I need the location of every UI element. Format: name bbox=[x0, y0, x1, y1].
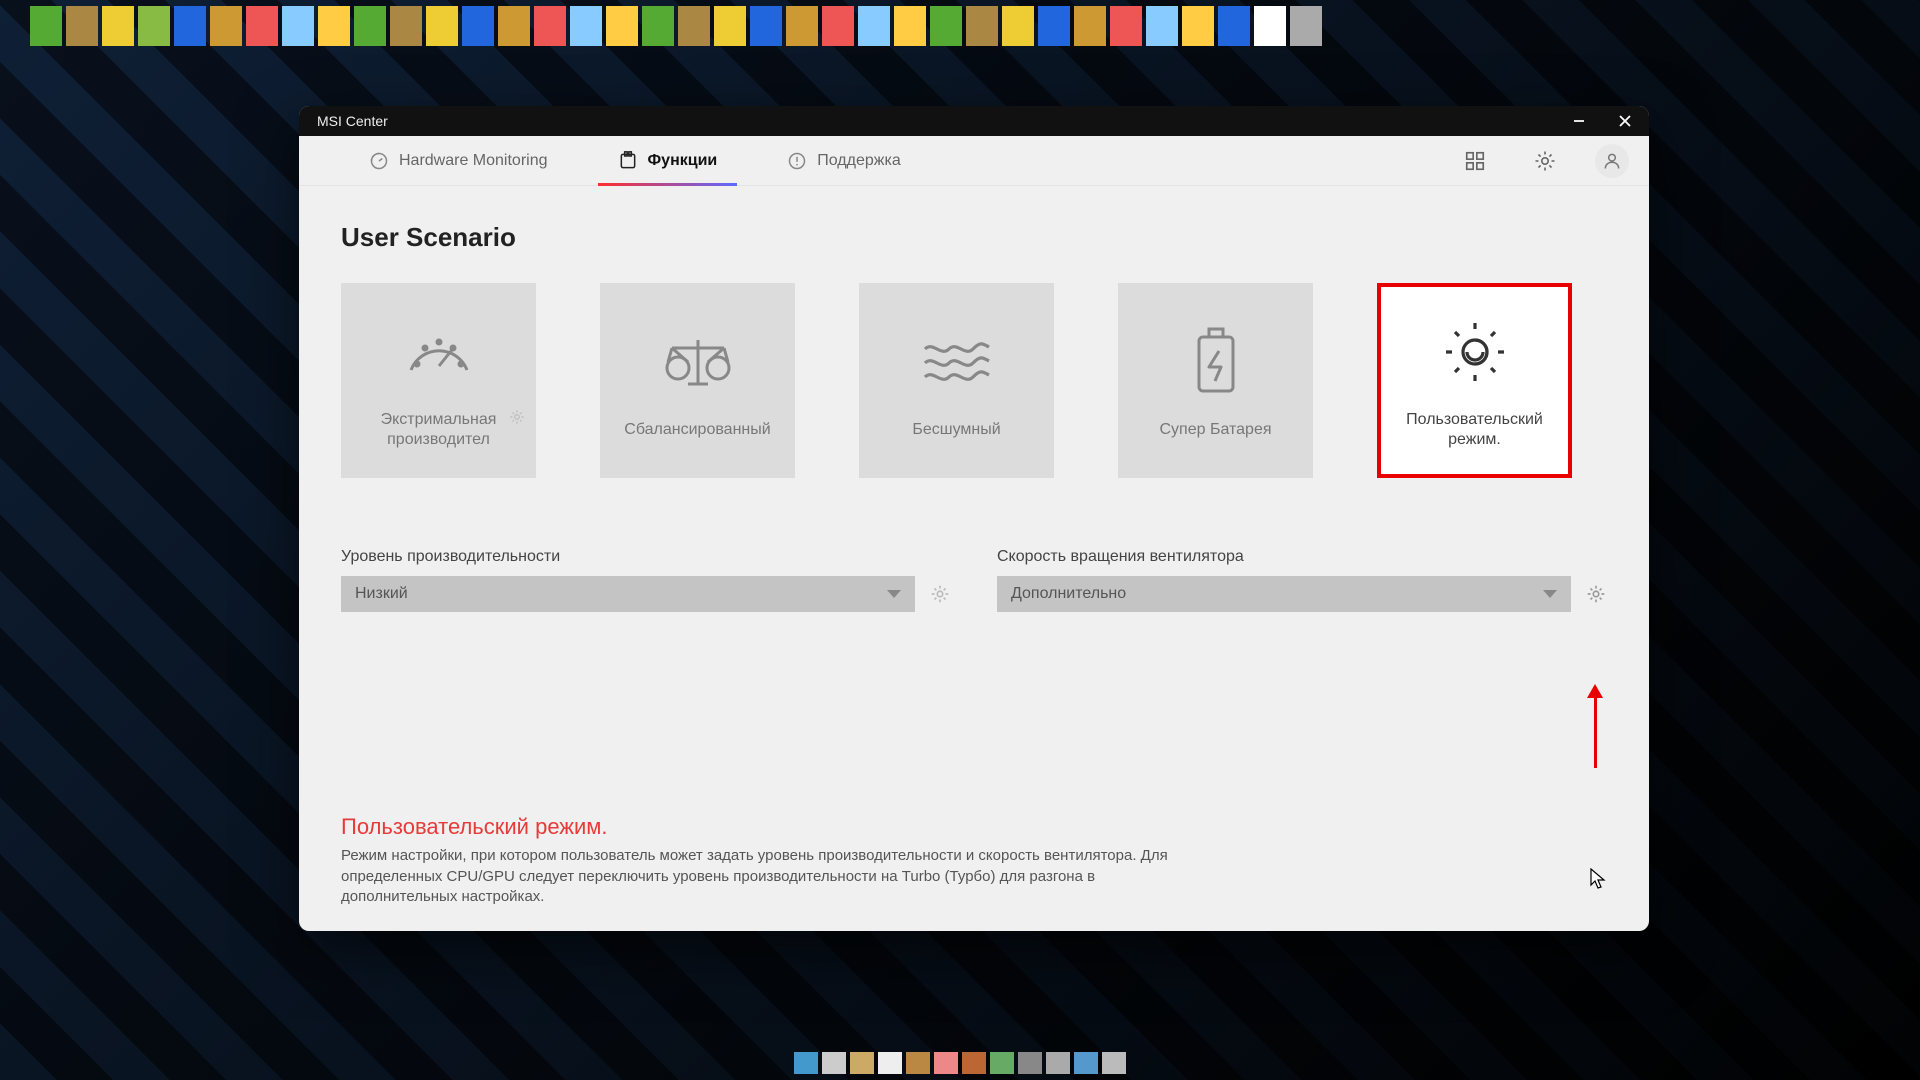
fan-label: Скорость вращения вентилятора bbox=[997, 548, 1607, 566]
description-title: Пользовательский режим. bbox=[341, 814, 1607, 840]
top-nav: Hardware Monitoring Функции Поддержка bbox=[299, 136, 1649, 186]
waves-icon bbox=[919, 322, 995, 402]
monitoring-icon bbox=[369, 151, 389, 171]
support-icon bbox=[787, 151, 807, 171]
description-body: Режим настройки, при котором пользовател… bbox=[341, 846, 1201, 907]
fan-setting: Скорость вращения вентилятора Дополнител… bbox=[997, 548, 1607, 612]
minimize-button[interactable] bbox=[1563, 108, 1595, 134]
account-button[interactable] bbox=[1595, 144, 1629, 178]
card-label: Бесшумный bbox=[912, 420, 1000, 440]
app-window: MSI Center Hardware Monitoring Функции bbox=[299, 106, 1649, 931]
nav-label: Функции bbox=[648, 152, 718, 170]
card-label: Пользовательский режим. bbox=[1391, 410, 1558, 450]
card-label: Сбалансированный bbox=[624, 420, 770, 440]
fan-value: Дополнительно bbox=[1011, 585, 1126, 603]
gauge-icon bbox=[403, 312, 475, 392]
mode-description: Пользовательский режим. Режим настройки,… bbox=[341, 794, 1607, 907]
top-background-strip bbox=[0, 6, 1920, 46]
chevron-down-icon bbox=[887, 590, 901, 598]
chevron-down-icon bbox=[1543, 590, 1557, 598]
balance-icon bbox=[658, 322, 738, 402]
card-extreme-performance[interactable]: Экстримальная производител bbox=[341, 283, 536, 478]
card-label: Супер Батарея bbox=[1159, 420, 1271, 440]
card-settings-icon[interactable] bbox=[508, 408, 526, 426]
titlebar: MSI Center bbox=[299, 106, 1649, 136]
content-area: User Scenario Экстримальная производител… bbox=[299, 186, 1649, 931]
bottom-background-strip bbox=[0, 1052, 1920, 1074]
performance-value: Низкий bbox=[355, 585, 408, 603]
card-custom-mode[interactable]: Пользовательский режим. bbox=[1377, 283, 1572, 478]
nav-support[interactable]: Поддержка bbox=[767, 136, 920, 185]
nav-label: Поддержка bbox=[817, 152, 900, 170]
apps-grid-button[interactable] bbox=[1455, 141, 1495, 181]
performance-label: Уровень производительности bbox=[341, 548, 951, 566]
card-balanced[interactable]: Сбалансированный bbox=[600, 283, 795, 478]
card-super-battery[interactable]: Супер Батарея bbox=[1118, 283, 1313, 478]
annotation-arrow bbox=[1587, 684, 1603, 768]
window-title: MSI Center bbox=[317, 113, 388, 129]
close-button[interactable] bbox=[1609, 108, 1641, 134]
performance-advanced-gear[interactable] bbox=[929, 583, 951, 605]
performance-setting: Уровень производительности Низкий bbox=[341, 548, 951, 612]
card-silent[interactable]: Бесшумный bbox=[859, 283, 1054, 478]
settings-button[interactable] bbox=[1525, 141, 1565, 181]
page-heading: User Scenario bbox=[341, 222, 1607, 253]
nav-hardware-monitoring[interactable]: Hardware Monitoring bbox=[349, 136, 568, 185]
performance-dropdown[interactable]: Низкий bbox=[341, 576, 915, 612]
battery-icon bbox=[1193, 322, 1239, 402]
nav-functions[interactable]: Функции bbox=[598, 136, 738, 185]
functions-icon bbox=[618, 151, 638, 171]
nav-label: Hardware Monitoring bbox=[399, 152, 548, 170]
fan-advanced-gear[interactable] bbox=[1585, 583, 1607, 605]
settings-row: Уровень производительности Низкий Скорос… bbox=[341, 548, 1607, 612]
card-label: Экстримальная производител bbox=[351, 410, 526, 450]
scenario-cards: Экстримальная производител Сбалансирован… bbox=[341, 283, 1607, 478]
gear-icon bbox=[1442, 312, 1508, 392]
fan-dropdown[interactable]: Дополнительно bbox=[997, 576, 1571, 612]
